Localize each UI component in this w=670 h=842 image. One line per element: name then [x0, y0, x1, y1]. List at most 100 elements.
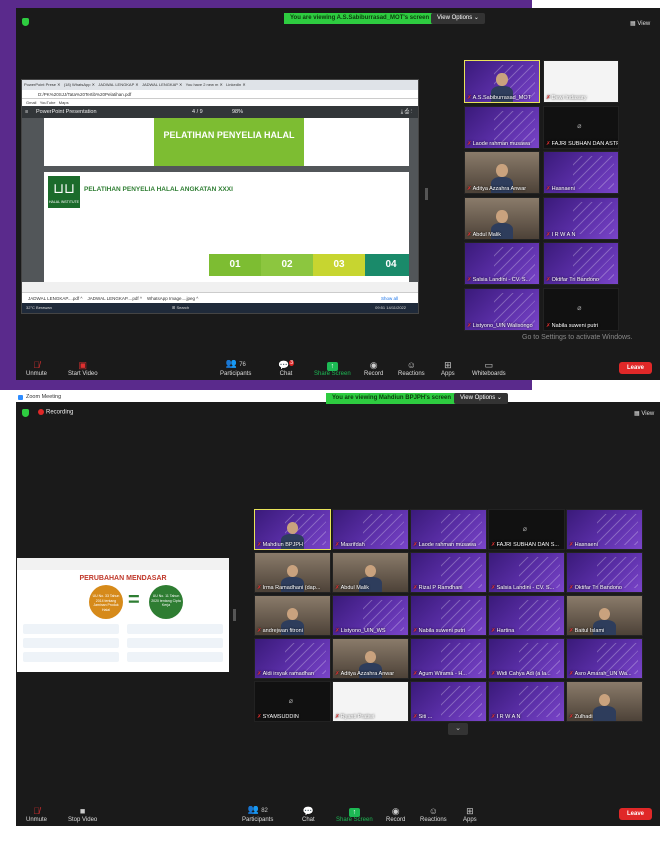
reactions-button[interactable]: ☺ Reactions	[420, 806, 447, 823]
windows-taskbar: 32°C Berawan ⊞ Search 09:51 14/11/2022	[22, 303, 418, 313]
chat-label: Chat	[279, 371, 293, 377]
pdf-viewer[interactable]: PELATIHAN PENYELIA HALAL ⊔⊔ HALAL INSTITU…	[22, 118, 418, 282]
participant-tile[interactable]: ⌀ ✗FAJRI SUBHAN DAN S...	[488, 509, 565, 550]
bookmark-maps[interactable]: Maps	[59, 100, 69, 105]
tab-5[interactable]: You have 2 new m	[186, 82, 219, 87]
participant-tile[interactable]: ✗Hartina	[488, 595, 565, 636]
stop-video-button[interactable]: ■ Stop Video	[68, 806, 97, 823]
menu-icon[interactable]: ≡	[25, 106, 28, 118]
participant-tile[interactable]: ✗Abdul Malik	[464, 196, 540, 240]
tab-4[interactable]: JADWAL LENGKAP	[142, 82, 178, 87]
record-button[interactable]: ◉ Record	[364, 360, 383, 377]
tab-3[interactable]: JADWAL LENGKAP	[98, 82, 134, 87]
participants-button[interactable]: 👥 82 Participants	[242, 804, 273, 823]
participant-tile[interactable]: ✗Rizal P Ramdhani	[410, 552, 487, 593]
view-button[interactable]: ▦ View	[634, 410, 654, 417]
weather-widget[interactable]: 32°C Berawan	[26, 305, 52, 310]
apps-button[interactable]: ⊞ Apps	[441, 360, 455, 377]
participant-name-label: Rizal P Ramdhani	[418, 585, 463, 591]
participant-tile[interactable]: ✗Aldi irsyak ramadhan	[254, 638, 331, 679]
zoom-level[interactable]: 98%	[232, 106, 243, 118]
security-shield-icon[interactable]	[22, 18, 29, 26]
share-screen-button[interactable]: ↑ Share Screen	[336, 806, 373, 823]
download-item-1[interactable]: JADWAL LENGKAP....pdf	[28, 296, 79, 301]
participants-button[interactable]: 👥 76 Participants	[220, 358, 251, 377]
split-resize-handle[interactable]	[233, 609, 236, 621]
mic-muted-icon: ✗	[491, 585, 496, 591]
unmute-button[interactable]: 🎙̸ Unmute	[26, 360, 47, 377]
unmute-button[interactable]: 🎙̸ Unmute	[26, 806, 47, 823]
split-resize-handle[interactable]	[425, 188, 428, 200]
download-item-2[interactable]: JADWAL LENGKAP....pdf	[87, 296, 138, 301]
participant-tile[interactable]: ✗Siti ...	[410, 681, 487, 722]
participant-tile[interactable]: ✗Oktifar Tri Bandono	[543, 242, 619, 285]
bookmarks-bar: Gmail YouTube Maps	[22, 99, 418, 106]
gallery-next-chevron-icon[interactable]: ⌄	[448, 723, 468, 735]
page-indicator[interactable]: 4 / 9	[192, 106, 203, 118]
participant-tile[interactable]: ⌀ ✗SYAMSUDDIN	[254, 681, 331, 722]
participant-tile[interactable]: ✗Salsia Landini - CV. S...	[488, 552, 565, 593]
participant-tile[interactable]: ✗Aditya Azzahra Anwar	[464, 151, 540, 194]
view-options-button[interactable]: View Options ⌄	[431, 13, 485, 24]
download-icon[interactable]: ⤓ ⎙ ⋮	[401, 106, 412, 118]
tab-1[interactable]: PowerPoint Prese	[24, 82, 56, 87]
participant-tile[interactable]: ⌀ ✗Nabila suweni putri	[543, 287, 619, 331]
participant-tile[interactable]: ✗Hasnaeni	[566, 509, 643, 550]
participant-tile[interactable]: ✗andrejwan fitroni	[254, 595, 331, 636]
participant-tile[interactable]: ✗Laode rahman musawa	[410, 509, 487, 550]
participant-tile[interactable]: ✗Baitul Islami	[566, 595, 643, 636]
participant-tile[interactable]: ✗I R W A N	[543, 196, 619, 240]
share-label: Share Screen	[314, 371, 351, 377]
participant-tile[interactable]: ✗Masrifdah	[332, 509, 409, 550]
participant-name: ✗Asro Amarah_UN Wa...	[569, 671, 632, 677]
start-video-button[interactable]: ▣ Start Video	[68, 360, 98, 377]
address-bar[interactable]: D:/PK%20SJJ/Tata%20Tertib%20Pelatihan.pd…	[22, 90, 418, 99]
download-item-3[interactable]: WhatsApp Image....jpeg	[147, 296, 195, 301]
bookmark-youtube[interactable]: YouTube	[40, 100, 56, 105]
participant-tile[interactable]: ✗Widi Cahya Adi (a la...	[488, 638, 565, 679]
bookmark-gmail[interactable]: Gmail	[26, 100, 36, 105]
participant-tile[interactable]: ✗Agum Wirama - H...	[410, 638, 487, 679]
participant-tile[interactable]: ✗Abdul Malik	[332, 552, 409, 593]
apps-button[interactable]: ⊞ Apps	[463, 806, 477, 823]
chat-button[interactable]: 💬3 Chat	[278, 358, 294, 377]
share-screen-button[interactable]: ↑ Share Screen	[314, 360, 351, 377]
participant-tile[interactable]: ✗Zulhadi	[566, 681, 643, 722]
leave-button[interactable]: Leave	[618, 808, 652, 820]
reactions-button[interactable]: ☺ Reactions	[398, 360, 425, 377]
tab-2[interactable]: (18) WhatsApp	[64, 82, 91, 87]
leave-button[interactable]: Leave	[618, 362, 652, 374]
participant-tile[interactable]: ✗Salsia Landini - CV. S...	[464, 242, 540, 285]
participant-tile[interactable]: ✗Asro Amarah_UN Wa...	[566, 638, 643, 679]
record-button[interactable]: ◉ Record	[386, 806, 405, 823]
participant-name-label: Aldi irsyak ramadhan	[262, 671, 314, 677]
participant-tile[interactable]: ✗Oktifar Tri Bandono	[566, 552, 643, 593]
mic-muted-icon: ✗	[335, 628, 340, 634]
chat-button[interactable]: 💬 Chat	[302, 806, 315, 823]
security-shield-icon[interactable]	[22, 409, 29, 417]
view-options-button[interactable]: View Options ⌄	[454, 393, 508, 404]
chat-icon: 💬3	[278, 360, 294, 370]
participant-tile[interactable]: ✗Listyono_UIN_WS	[332, 595, 409, 636]
participant-tile[interactable]: ✗Laode rahman musawa	[464, 105, 540, 149]
grid-icon: ▦	[630, 21, 636, 27]
tab-6[interactable]: LinkedIn	[226, 82, 241, 87]
participant-tile[interactable]: ✗Irma Ramadhani (dap...	[254, 552, 331, 593]
participant-name: ✗Oktifar Tri Bandono	[546, 277, 599, 283]
participant-tile[interactable]: ⌀ ✗FAJRI SUBHAN DAN ASTRID FT...	[543, 105, 619, 149]
participant-tile[interactable]: ✗Mahdiun BPJPH	[254, 509, 331, 550]
taskbar-search[interactable]: ⊞ Search	[172, 303, 189, 313]
recording-indicator[interactable]: Recording	[38, 409, 73, 416]
whiteboards-button[interactable]: ▭ Whiteboards	[472, 360, 506, 377]
participant-tile[interactable]: ✗A.S.Sabiburrasad_MOT	[464, 60, 540, 103]
mic-muted-icon: 🎙̸	[33, 806, 40, 816]
participant-tile[interactable]: ✗Ryanti Pratiwi	[332, 681, 409, 722]
participant-tile[interactable]: ✗Listyono_UIN Walisongo	[464, 287, 540, 331]
participant-tile[interactable]: ✗Nabila suweni putri	[410, 595, 487, 636]
participant-tile[interactable]: ✗Hasnaeni	[543, 151, 619, 194]
participant-tile[interactable]: ✗Dewi Indasary	[543, 60, 619, 103]
participant-tile[interactable]: ✗I R W A N	[488, 681, 565, 722]
view-button[interactable]: ▦ View	[630, 20, 650, 27]
clock[interactable]: 09:51 14/11/2022	[375, 303, 406, 313]
participant-tile[interactable]: ✗Aditya Azzahra Anwar	[332, 638, 409, 679]
